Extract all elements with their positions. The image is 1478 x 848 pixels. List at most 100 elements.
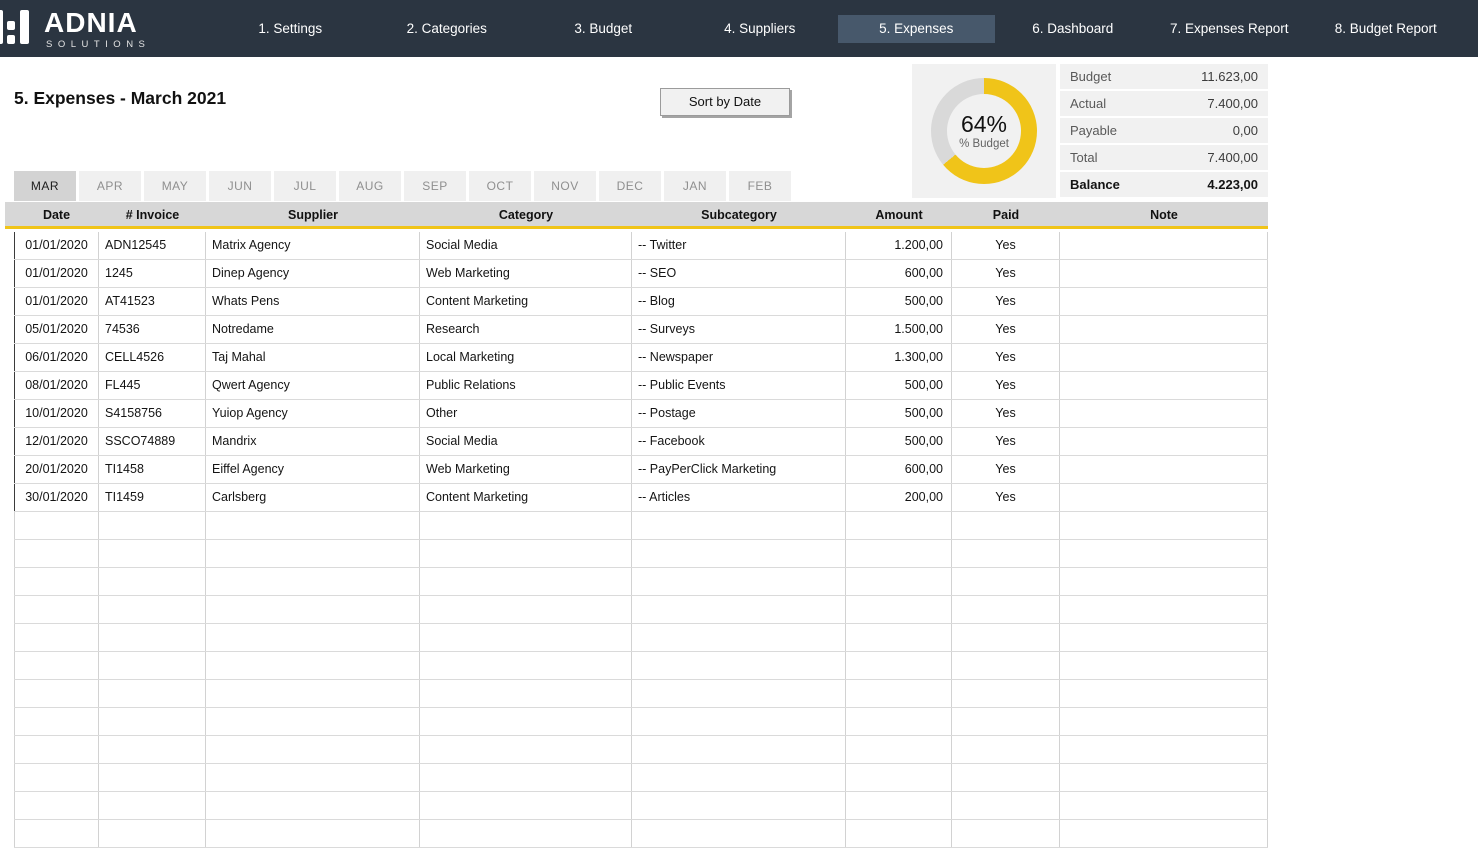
empty-cell-category[interactable] — [420, 736, 632, 763]
empty-cell-category[interactable] — [420, 820, 632, 847]
month-tab-sep[interactable]: SEP — [404, 171, 466, 201]
cell-date[interactable]: 30/01/2020 — [14, 484, 99, 511]
empty-cell-supplier[interactable] — [206, 540, 420, 567]
empty-cell-category[interactable] — [420, 624, 632, 651]
empty-cell-category[interactable] — [420, 568, 632, 595]
empty-cell-subcategory[interactable] — [632, 624, 846, 651]
cell-note[interactable] — [1060, 316, 1268, 343]
empty-cell-paid[interactable] — [952, 568, 1060, 595]
month-tab-jul[interactable]: JUL — [274, 171, 336, 201]
cell-amount[interactable]: 500,00 — [846, 372, 952, 399]
empty-cell-amount[interactable] — [846, 820, 952, 847]
cell-subcategory[interactable]: -- Blog — [632, 288, 846, 315]
empty-cell-amount[interactable] — [846, 596, 952, 623]
empty-cell-date[interactable] — [14, 708, 99, 735]
empty-cell-category[interactable] — [420, 512, 632, 539]
empty-cell-invoice[interactable] — [99, 652, 206, 679]
cell-invoice[interactable]: TI1459 — [99, 484, 206, 511]
cell-subcategory[interactable]: -- Public Events — [632, 372, 846, 399]
empty-cell-date[interactable] — [14, 540, 99, 567]
cell-subcategory[interactable]: -- Facebook — [632, 428, 846, 455]
empty-cell-invoice[interactable] — [99, 624, 206, 651]
cell-subcategory[interactable]: -- SEO — [632, 260, 846, 287]
empty-cell-category[interactable] — [420, 764, 632, 791]
cell-note[interactable] — [1060, 288, 1268, 315]
cell-supplier[interactable]: Eiffel Agency — [206, 456, 420, 483]
empty-cell-category[interactable] — [420, 652, 632, 679]
month-tab-feb[interactable]: FEB — [729, 171, 791, 201]
empty-cell-supplier[interactable] — [206, 820, 420, 847]
empty-cell-supplier[interactable] — [206, 708, 420, 735]
cell-subcategory[interactable]: -- Articles — [632, 484, 846, 511]
month-tab-aug[interactable]: AUG — [339, 171, 401, 201]
cell-note[interactable] — [1060, 372, 1268, 399]
cell-date[interactable]: 01/01/2020 — [14, 260, 99, 287]
empty-cell-subcategory[interactable] — [632, 708, 846, 735]
cell-invoice[interactable]: SSCO74889 — [99, 428, 206, 455]
cell-invoice[interactable]: S4158756 — [99, 400, 206, 427]
empty-cell-invoice[interactable] — [99, 820, 206, 847]
cell-note[interactable] — [1060, 400, 1268, 427]
empty-cell-note[interactable] — [1060, 624, 1268, 651]
cell-category[interactable]: Content Marketing — [420, 288, 632, 315]
empty-cell-subcategory[interactable] — [632, 596, 846, 623]
month-tab-mar[interactable]: MAR — [14, 171, 76, 201]
empty-cell-amount[interactable] — [846, 680, 952, 707]
cell-amount[interactable]: 500,00 — [846, 288, 952, 315]
cell-amount[interactable]: 600,00 — [846, 260, 952, 287]
empty-cell-subcategory[interactable] — [632, 736, 846, 763]
cell-paid[interactable]: Yes — [952, 316, 1060, 343]
cell-category[interactable]: Research — [420, 316, 632, 343]
empty-cell-supplier[interactable] — [206, 652, 420, 679]
nav-tab-7-expenses-report[interactable]: 7. Expenses Report — [1151, 15, 1308, 43]
cell-paid[interactable]: Yes — [952, 288, 1060, 315]
empty-cell-date[interactable] — [14, 596, 99, 623]
month-tab-jun[interactable]: JUN — [209, 171, 271, 201]
empty-cell-date[interactable] — [14, 624, 99, 651]
empty-cell-note[interactable] — [1060, 764, 1268, 791]
cell-supplier[interactable]: Mandrix — [206, 428, 420, 455]
cell-category[interactable]: Web Marketing — [420, 260, 632, 287]
cell-invoice[interactable]: 74536 — [99, 316, 206, 343]
empty-cell-subcategory[interactable] — [632, 652, 846, 679]
empty-cell-paid[interactable] — [952, 680, 1060, 707]
cell-paid[interactable]: Yes — [952, 372, 1060, 399]
empty-cell-invoice[interactable] — [99, 764, 206, 791]
cell-supplier[interactable]: Matrix Agency — [206, 232, 420, 259]
month-tab-dec[interactable]: DEC — [599, 171, 661, 201]
cell-category[interactable]: Local Marketing — [420, 344, 632, 371]
cell-category[interactable]: Other — [420, 400, 632, 427]
cell-paid[interactable]: Yes — [952, 344, 1060, 371]
cell-paid[interactable]: Yes — [952, 456, 1060, 483]
cell-supplier[interactable]: Yuiop Agency — [206, 400, 420, 427]
empty-cell-invoice[interactable] — [99, 792, 206, 819]
month-tab-jan[interactable]: JAN — [664, 171, 726, 201]
cell-supplier[interactable]: Qwert Agency — [206, 372, 420, 399]
cell-subcategory[interactable]: -- Postage — [632, 400, 846, 427]
empty-cell-note[interactable] — [1060, 680, 1268, 707]
empty-cell-date[interactable] — [14, 680, 99, 707]
cell-amount[interactable]: 1.300,00 — [846, 344, 952, 371]
cell-subcategory[interactable]: -- PayPerClick Marketing — [632, 456, 846, 483]
cell-supplier[interactable]: Whats Pens — [206, 288, 420, 315]
cell-supplier[interactable]: Taj Mahal — [206, 344, 420, 371]
empty-cell-note[interactable] — [1060, 792, 1268, 819]
empty-cell-amount[interactable] — [846, 764, 952, 791]
cell-paid[interactable]: Yes — [952, 232, 1060, 259]
cell-amount[interactable]: 200,00 — [846, 484, 952, 511]
empty-cell-date[interactable] — [14, 512, 99, 539]
cell-invoice[interactable]: CELL4526 — [99, 344, 206, 371]
empty-cell-note[interactable] — [1060, 820, 1268, 847]
month-tab-nov[interactable]: NOV — [534, 171, 596, 201]
empty-cell-supplier[interactable] — [206, 680, 420, 707]
cell-date[interactable]: 10/01/2020 — [14, 400, 99, 427]
empty-cell-category[interactable] — [420, 596, 632, 623]
cell-subcategory[interactable]: -- Surveys — [632, 316, 846, 343]
empty-cell-amount[interactable] — [846, 736, 952, 763]
cell-amount[interactable]: 600,00 — [846, 456, 952, 483]
empty-cell-paid[interactable] — [952, 820, 1060, 847]
empty-cell-note[interactable] — [1060, 512, 1268, 539]
empty-cell-paid[interactable] — [952, 792, 1060, 819]
empty-cell-subcategory[interactable] — [632, 512, 846, 539]
empty-cell-supplier[interactable] — [206, 568, 420, 595]
